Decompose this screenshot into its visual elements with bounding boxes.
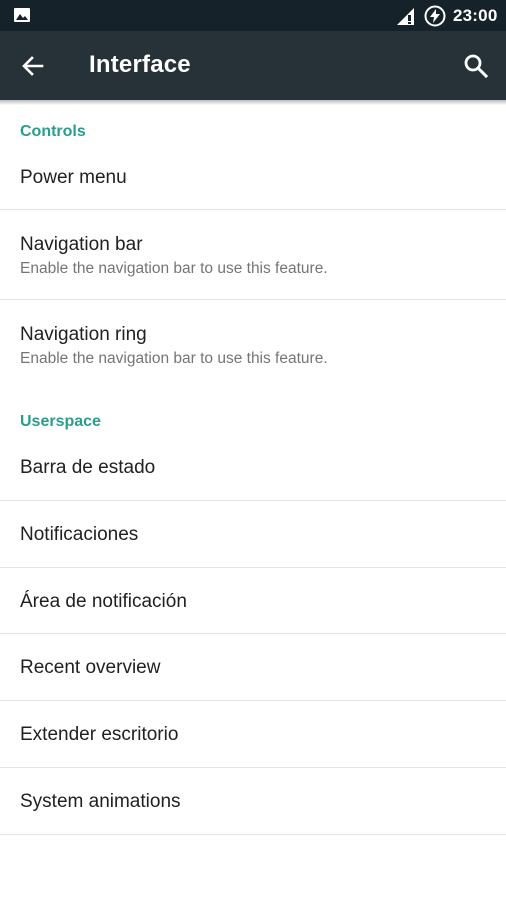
pref-summary: Enable the navigation bar to use this fe… [20,260,328,277]
pref-title: Notificaciones [20,524,139,545]
back-arrow-icon[interactable] [20,53,46,79]
pref-extender-escritorio[interactable]: Extender escritorio [0,701,506,767]
pref-notificaciones[interactable]: Notificaciones [0,501,506,567]
search-icon[interactable] [462,52,490,80]
section-header-controls: Controls [20,123,86,140]
pref-title: Área de notificación [20,591,187,612]
pref-title: Recent overview [20,657,161,678]
pref-title: Power menu [20,167,127,188]
app-bar: Interface [0,31,506,100]
gallery-icon [14,8,30,22]
pref-power-menu[interactable]: Power menu [0,145,506,209]
app-bar-shadow [0,100,506,105]
pref-system-animations[interactable]: System animations [0,768,506,834]
clock: 23:00 [453,6,498,25]
pref-title: Extender escritorio [20,724,179,745]
pref-navigation-bar[interactable]: Navigation bar Enable the navigation bar… [0,210,506,299]
pref-barra-de-estado[interactable]: Barra de estado [0,435,506,500]
pref-title: System animations [20,791,181,812]
status-bar: 23:00 [0,0,506,31]
section-header-userspace: Userspace [20,413,101,430]
pref-title: Barra de estado [20,457,156,478]
pref-navigation-ring[interactable]: Navigation ring Enable the navigation ba… [0,300,506,390]
pref-recent-overview[interactable]: Recent overview [0,634,506,700]
pref-summary: Enable the navigation bar to use this fe… [20,350,328,367]
signal-icon [397,8,414,25]
pref-title: Navigation ring [20,324,147,345]
battery-charging-icon [424,5,446,27]
pref-title: Navigation bar [20,234,143,255]
page-title: Interface [89,51,191,78]
pref-area-de-notificacion[interactable]: Área de notificación [0,568,506,633]
divider [0,834,506,835]
